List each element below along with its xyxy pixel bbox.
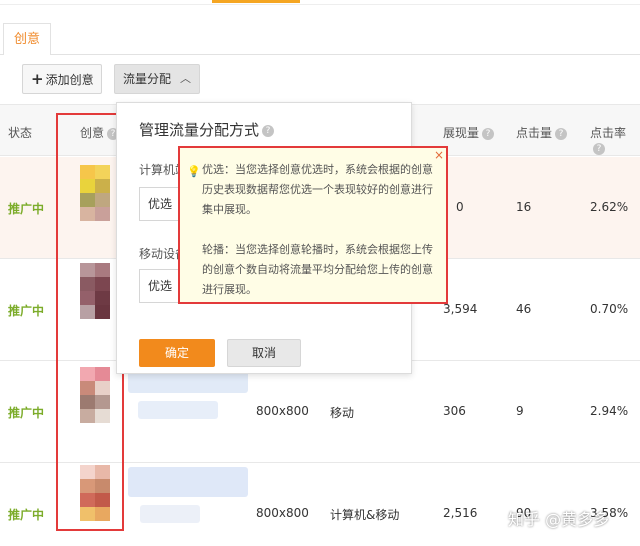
flow-allocation-button[interactable]: 流量分配 ︿ [114, 64, 200, 94]
blurred-title [128, 371, 248, 393]
impressions-value: 0 [456, 200, 464, 214]
mode-explanation-tooltip: 💡 × 优选：当您选择创意优选时，系统会根据的创意历史表现数据帮您优选一个表现较… [178, 146, 448, 304]
status-badge: 推广中 [8, 304, 45, 318]
size-value: 800x800 [256, 404, 309, 418]
add-creative-label: 添加创意 [45, 73, 94, 87]
header-status: 状态 [8, 126, 33, 140]
add-creative-button[interactable]: + 添加创意 [22, 64, 102, 94]
rotate-explanation: 轮播：当您选择创意轮播时，系统会根据您上传的创意个数自动将流量平均分配给您上传的… [202, 243, 433, 296]
header-clicks: 点击量? [516, 124, 568, 141]
header-impressions-label: 展现量 [443, 126, 480, 140]
status-badge: 推广中 [8, 508, 45, 522]
help-icon[interactable]: ? [482, 127, 495, 140]
clicks-value: 16 [516, 200, 532, 214]
help-icon[interactable]: ? [262, 124, 275, 137]
header-clicks-label: 点击量 [516, 126, 553, 140]
impressions-value: 306 [443, 404, 466, 418]
top-divider [0, 4, 640, 5]
ctr-value: 2.62% [590, 200, 629, 214]
chevron-up-icon: ︿ [180, 72, 191, 85]
header-ctr-label: 点击率 [590, 126, 627, 140]
blurred-title [138, 401, 218, 419]
cancel-button[interactable]: 取消 [227, 339, 301, 367]
impressions-value: 3,594 [443, 302, 478, 316]
clicks-value: 46 [516, 302, 532, 316]
ctr-value: 0.70% [590, 302, 629, 316]
confirm-button[interactable]: 确定 [139, 339, 215, 367]
top-nav-active-indicator [212, 0, 300, 3]
lightbulb-icon: 💡 [187, 165, 201, 178]
optimal-explanation: 优选：当您选择创意优选时，系统会根据的创意历史表现数据帮您优选一个表现较好的创意… [202, 163, 433, 216]
size-value: 800x800 [256, 506, 309, 520]
blurred-title [128, 467, 248, 497]
dialog-title: 管理流量分配方式? [139, 119, 275, 140]
plus-icon: + [31, 70, 44, 88]
ctr-value: 2.94% [590, 404, 629, 418]
status-badge: 推广中 [8, 202, 45, 216]
impressions-value: 2,516 [443, 506, 478, 520]
dialog-title-text: 管理流量分配方式 [139, 121, 260, 139]
blurred-title [140, 505, 200, 523]
device-value: 移动 [330, 406, 355, 420]
clicks-value: 9 [516, 404, 524, 418]
close-icon[interactable]: × [434, 145, 444, 165]
creative-column-highlight [56, 113, 124, 531]
tab-creative[interactable]: 创意 [3, 23, 51, 55]
watermark: 知乎 @黄多多 [508, 510, 610, 529]
header-ctr: 点击率? [590, 124, 640, 155]
help-icon[interactable]: ? [555, 127, 568, 140]
help-icon[interactable]: ? [593, 142, 605, 155]
status-badge: 推广中 [8, 406, 45, 420]
flow-allocation-label: 流量分配 [123, 72, 172, 86]
device-value: 计算机&移动 [330, 508, 400, 522]
header-impressions: 展现量? [443, 124, 495, 141]
tab-divider [0, 54, 640, 55]
